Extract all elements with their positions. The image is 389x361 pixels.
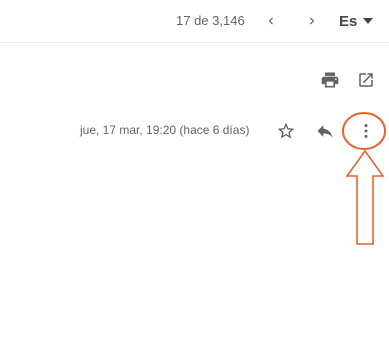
- open-in-new-window-button[interactable]: [354, 68, 378, 92]
- open-in-new-window-icon: [359, 73, 373, 87]
- caret-down-icon: [363, 18, 374, 24]
- chevron-left-icon: [268, 17, 273, 25]
- more-vertical-icon: [364, 124, 368, 138]
- reply-icon: [317, 125, 333, 138]
- print-icon: [321, 72, 339, 88]
- email-view: 17 de 3,146 Es jue, 17 mar, 19:20 (hace …: [0, 0, 389, 361]
- top-toolbar: 17 de 3,146 Es: [0, 0, 389, 43]
- message-date: jue, 17 mar, 19:20 (hace 6 días): [80, 123, 250, 137]
- language-selector[interactable]: Es: [339, 9, 374, 33]
- more-options-button[interactable]: [354, 119, 378, 143]
- next-message-button[interactable]: [300, 9, 324, 33]
- previous-message-button[interactable]: [259, 9, 283, 33]
- language-label: Es: [339, 12, 358, 30]
- message-counter: 17 de 3,146: [176, 13, 245, 28]
- up-arrow: [345, 149, 385, 245]
- star-outline-icon: [277, 122, 295, 139]
- annotation-overlay: [342, 112, 386, 245]
- print-button[interactable]: [318, 68, 342, 92]
- star-button[interactable]: [274, 119, 298, 143]
- chevron-right-icon: [310, 17, 315, 25]
- reply-button[interactable]: [313, 119, 337, 143]
